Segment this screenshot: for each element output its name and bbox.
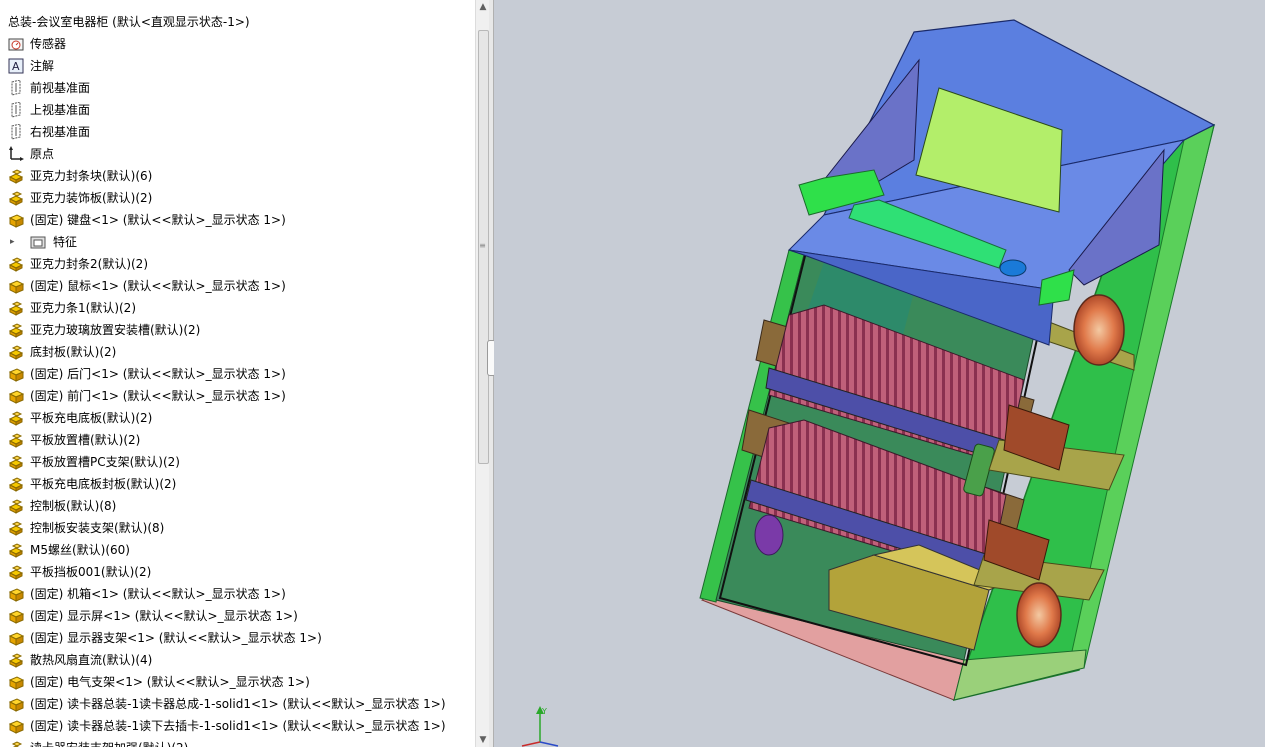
- tree-item-label: 亚克力条1(默认)(2): [30, 301, 136, 315]
- tree-item-label: (固定) 读卡器总装-1读卡器总成-1-solid1<1> (默认<<默认>_显…: [30, 697, 446, 711]
- feature-manager-tree[interactable]: 总装-会议室电器柜 (默认<直观显示状态-1>) 传感器 A 注解前视基准面上视基准…: [0, 0, 475, 747]
- tree-item-label: (固定) 后门<1> (默认<<默认>_显示状态 1>): [30, 367, 286, 381]
- tree-item-label: (固定) 键盘<1> (默认<<默认>_显示状态 1>): [30, 213, 286, 227]
- fan-lower: [1016, 582, 1062, 648]
- part-icon: [8, 388, 25, 404]
- part-icon: [8, 696, 25, 712]
- part-icon: [8, 630, 25, 646]
- tree-item-label: 注解: [30, 59, 55, 73]
- part-pattern-icon: [8, 256, 24, 272]
- tree-item-label: 平板放置槽(默认)(2): [30, 433, 141, 447]
- expand-arrow-icon[interactable]: ▸: [10, 231, 15, 253]
- part-icon: [8, 278, 25, 294]
- tree-root-label: 总装-会议室电器柜 (默认<直观显示状态-1>): [8, 15, 250, 29]
- coordinate-triad: Y: [512, 702, 572, 747]
- scroll-grip-icon: ≡: [479, 241, 486, 250]
- tree-item-label: 特征: [53, 235, 78, 249]
- part-pattern-icon: [8, 190, 24, 206]
- part-icon: [8, 718, 25, 734]
- scroll-down-arrow-icon[interactable]: ▼: [476, 733, 490, 747]
- tree-item-label: (固定) 机箱<1> (默认<<默认>_显示状态 1>): [30, 587, 286, 601]
- origin-icon: [8, 146, 24, 162]
- part-pattern-icon: [8, 410, 24, 426]
- plane-icon: [8, 101, 24, 118]
- tree-item-label: 传感器: [30, 37, 67, 51]
- tree-item-label: 平板充电底板封板(默认)(2): [30, 477, 177, 491]
- triad-y-label: Y: [541, 707, 547, 716]
- part-icon: [8, 608, 25, 624]
- scroll-up-arrow-icon[interactable]: ▲: [476, 0, 490, 14]
- tree-item-label: 平板放置槽PC支架(默认)(2): [30, 455, 180, 469]
- tree-item-label: 控制板安装支架(默认)(8): [30, 521, 165, 535]
- svg-text:A: A: [12, 60, 20, 73]
- tree-item-label: (固定) 读卡器总装-1读下去插卡-1-solid1<1> (默认<<默认>_显…: [30, 719, 446, 733]
- part-pattern-icon: [8, 476, 24, 492]
- part-pattern-icon: [8, 542, 24, 558]
- tree-item-label: (固定) 前门<1> (默认<<默认>_显示状态 1>): [30, 389, 286, 403]
- plane-icon: [8, 79, 24, 96]
- plane-icon: [8, 123, 24, 140]
- tree-item-label: (固定) 显示器支架<1> (默认<<默认>_显示状态 1>): [30, 631, 322, 645]
- part-pattern-icon: [8, 300, 24, 316]
- sensor-folder-icon: [8, 36, 24, 52]
- tree-item-label: 亚克力封条块(默认)(6): [30, 169, 153, 183]
- part-pattern-icon: [8, 740, 24, 747]
- tree-item-label: 上视基准面: [30, 103, 91, 117]
- tree-item-label: 散热风扇直流(默认)(4): [30, 653, 153, 667]
- part-pattern-icon: [8, 344, 24, 360]
- tree-item-label: 亚克力封条2(默认)(2): [30, 257, 148, 271]
- tree-item-label: (固定) 鼠标<1> (默认<<默认>_显示状态 1>): [30, 279, 286, 293]
- part-pattern-icon: [8, 520, 24, 536]
- part-pattern-icon: [8, 564, 24, 580]
- tree-item-label: (固定) 电气支架<1> (默认<<默认>_显示状态 1>): [30, 675, 310, 689]
- tree-item-label: 平板挡板001(默认)(2): [30, 565, 152, 579]
- part-icon: [8, 586, 25, 602]
- tree-item-label: 读卡器安装支架加强(默认)(2): [30, 737, 188, 747]
- tree-item-label: 亚克力玻璃放置安装槽(默认)(2): [30, 323, 201, 337]
- tree-item-label: 底封板(默认)(2): [30, 345, 117, 359]
- tree-item-label: 平板充电底板(默认)(2): [30, 411, 153, 425]
- part-pattern-icon: [8, 652, 24, 668]
- cabinet-3d-model: [699, 19, 1216, 702]
- part-icon: [8, 674, 25, 690]
- part-icon: [8, 212, 25, 228]
- part-pattern-icon: [8, 498, 24, 514]
- features-folder-icon: [30, 234, 46, 250]
- part-icon: [8, 366, 25, 382]
- tree-item-label: 亚克力装饰板(默认)(2): [30, 191, 153, 205]
- tree-item-label: M5螺丝(默认)(60): [30, 543, 130, 557]
- tree-item-label: 原点: [30, 147, 55, 161]
- fan-upper: [1073, 294, 1125, 366]
- part-pattern-icon: [8, 322, 24, 338]
- tree-item-label: 右视基准面: [30, 125, 91, 139]
- tree-item-label: (固定) 显示屏<1> (默认<<默认>_显示状态 1>): [30, 609, 298, 623]
- annotation-icon: A: [8, 58, 24, 74]
- part-pattern-icon: [8, 454, 24, 470]
- mouse: [999, 259, 1027, 277]
- tree-item-label: 前视基准面: [30, 81, 91, 95]
- part-pattern-icon: [8, 432, 24, 448]
- graphics-viewport[interactable]: Y: [494, 0, 1265, 747]
- tree-item-label: 控制板(默认)(8): [30, 499, 117, 513]
- part-pattern-icon: [8, 168, 24, 184]
